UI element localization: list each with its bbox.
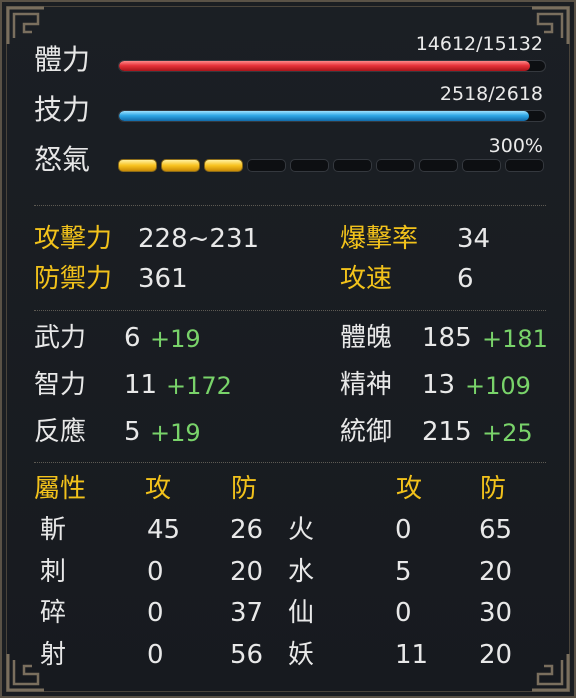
rage-value: 300%	[488, 135, 543, 157]
constitution-bonus: +181	[482, 325, 548, 353]
mp-bar-fill	[119, 111, 529, 121]
element-header-atk: 攻	[145, 474, 172, 504]
character-stats-panel: 體力 14612/15132 技力 2518/2618 怒氣 300% 攻擊力 …	[0, 0, 576, 698]
rage-bar	[118, 159, 548, 173]
element-row-def: 56	[230, 640, 264, 670]
defense-label: 防禦力	[34, 264, 113, 294]
element-row-name: 水	[288, 557, 315, 587]
reaction-base: 5	[124, 417, 141, 447]
element-row-name: 刺	[40, 557, 67, 587]
element-row-name: 斬	[40, 515, 67, 545]
attack-label: 攻擊力	[34, 224, 113, 254]
element-header-title: 屬性	[34, 474, 87, 504]
attack-value: 228~231	[138, 224, 260, 254]
spirit-base: 13	[422, 370, 456, 400]
reaction-bonus: +19	[150, 419, 201, 447]
element-row-atk: 5	[395, 557, 412, 587]
rage-segment	[118, 159, 157, 172]
element-header-atk: 攻	[396, 474, 423, 504]
rage-label: 怒氣	[34, 143, 91, 176]
leadership-base: 215	[422, 417, 472, 447]
leadership-label: 統御	[340, 417, 393, 447]
divider	[34, 205, 546, 206]
element-row-def: 37	[230, 598, 264, 628]
corner-ornament-icon	[532, 654, 570, 692]
rage-segment	[247, 159, 286, 172]
intelligence-label: 智力	[34, 370, 87, 400]
hp-value: 14612/15132	[415, 33, 543, 55]
rage-segment	[333, 159, 372, 172]
element-row-atk: 0	[395, 598, 412, 628]
constitution-label: 體魄	[340, 323, 393, 353]
rage-segment	[204, 159, 243, 172]
intelligence-base: 11	[124, 370, 158, 400]
element-row-name: 射	[40, 640, 67, 670]
crit-value: 34	[457, 224, 491, 254]
element-row-atk: 0	[147, 640, 164, 670]
attack-speed-label: 攻速	[340, 264, 393, 294]
strength-bonus: +19	[150, 325, 201, 353]
element-row-atk: 11	[395, 640, 429, 670]
mp-value: 2518/2618	[439, 83, 543, 105]
element-row-name: 妖	[288, 640, 315, 670]
element-row-name: 仙	[288, 598, 315, 628]
defense-value: 361	[138, 264, 188, 294]
intelligence-bonus: +172	[166, 372, 232, 400]
rage-segment	[505, 159, 544, 172]
hp-label: 體力	[34, 43, 91, 76]
divider	[34, 462, 546, 463]
leadership-bonus: +25	[482, 419, 533, 447]
rage-segment	[376, 159, 415, 172]
element-row-def: 20	[479, 640, 513, 670]
element-row-atk: 0	[147, 598, 164, 628]
hp-bar	[118, 60, 546, 72]
strength-label: 武力	[34, 323, 87, 353]
element-row-def: 65	[479, 515, 513, 545]
divider	[34, 310, 546, 311]
element-row-atk: 0	[147, 557, 164, 587]
hp-bar-fill	[119, 61, 531, 71]
strength-base: 6	[124, 323, 141, 353]
rage-segment	[462, 159, 501, 172]
crit-label: 爆擊率	[340, 224, 419, 254]
mp-label: 技力	[34, 93, 91, 126]
element-header-def: 防	[231, 474, 258, 504]
mp-bar	[118, 110, 546, 122]
element-row-def: 20	[479, 557, 513, 587]
constitution-base: 185	[422, 323, 472, 353]
element-row-def: 30	[479, 598, 513, 628]
element-row-atk: 45	[147, 515, 181, 545]
element-row-name: 碎	[40, 598, 67, 628]
element-row-atk: 0	[395, 515, 412, 545]
rage-segment	[161, 159, 200, 172]
rage-segment	[419, 159, 458, 172]
spirit-bonus: +109	[465, 372, 531, 400]
attack-speed-value: 6	[457, 264, 474, 294]
spirit-label: 精神	[340, 370, 393, 400]
rage-segment	[290, 159, 329, 172]
reaction-label: 反應	[34, 417, 87, 447]
element-row-name: 火	[288, 515, 315, 545]
element-row-def: 26	[230, 515, 264, 545]
element-row-def: 20	[230, 557, 264, 587]
element-header-def: 防	[480, 474, 507, 504]
